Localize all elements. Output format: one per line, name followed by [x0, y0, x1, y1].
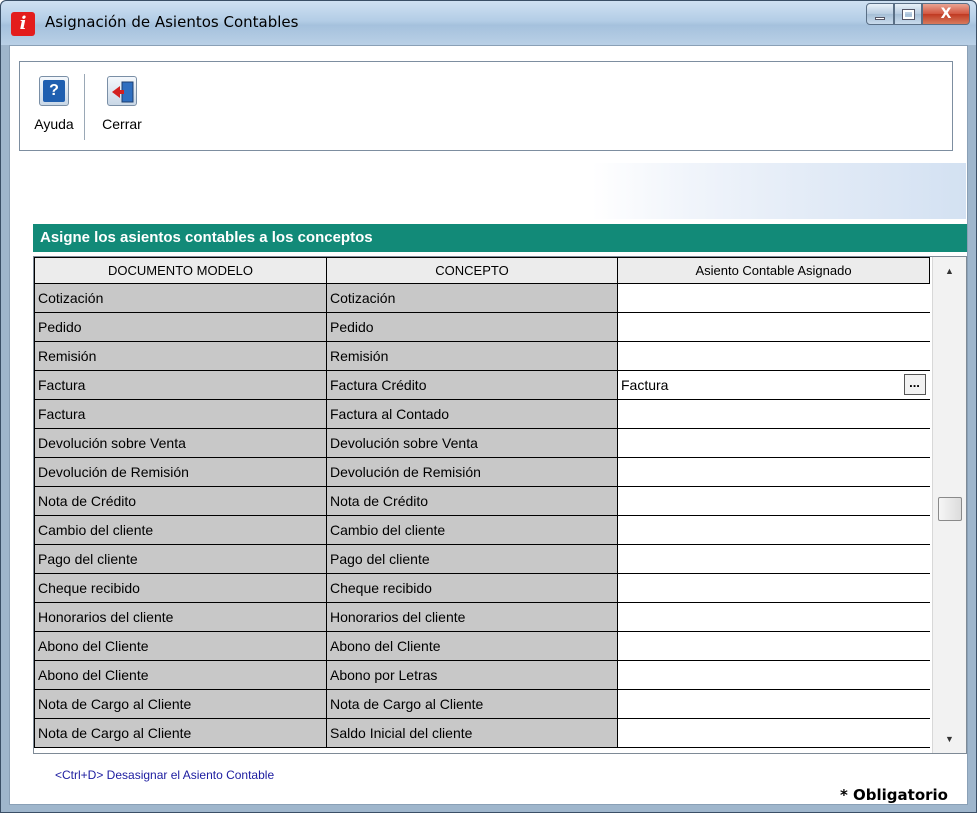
cell-asiento-contable[interactable] [617, 660, 930, 690]
cell-documento-modelo[interactable]: Nota de Cargo al Cliente [34, 689, 327, 719]
app-icon: i [11, 12, 35, 36]
cell-asiento-contable[interactable] [617, 515, 930, 545]
banner [31, 163, 966, 219]
cell-documento-modelo[interactable]: Honorarios del cliente [34, 602, 327, 632]
asiento-value: Factura [621, 377, 669, 393]
help-button[interactable]: ? Ayuda [26, 76, 82, 132]
window-controls: X [866, 3, 970, 25]
cell-asiento-contable[interactable] [617, 718, 930, 748]
cell-asiento-contable[interactable] [617, 283, 930, 313]
cell-asiento-contable[interactable]: Factura... [617, 370, 930, 400]
cell-documento-modelo[interactable]: Factura [34, 370, 327, 400]
cell-documento-modelo[interactable]: Pago del cliente [34, 544, 327, 574]
cell-concepto[interactable]: Nota de Cargo al Cliente [326, 689, 618, 719]
cell-concepto[interactable]: Abono del Cliente [326, 631, 618, 661]
table-row[interactable]: Honorarios del cliente Honorarios del cli… [34, 602, 930, 632]
close-icon: X [940, 6, 952, 22]
column-header-asiento[interactable]: Asiento Contable Asignado [617, 257, 930, 284]
cell-asiento-contable[interactable] [617, 341, 930, 371]
table-row[interactable]: Cheque recibido Cheque recibido [34, 573, 930, 603]
cell-concepto[interactable]: Devolución de Remisión [326, 457, 618, 487]
cell-documento-modelo[interactable]: Nota de Crédito [34, 486, 327, 516]
scroll-up-icon[interactable]: ▲ [945, 266, 954, 276]
scroll-down-icon[interactable]: ▼ [945, 734, 954, 744]
column-header-concepto[interactable]: CONCEPTO [326, 257, 618, 284]
cell-concepto[interactable]: Cambio del cliente [326, 515, 618, 545]
table-row[interactable]: Factura Factura al Contado [34, 399, 930, 429]
cell-documento-modelo[interactable]: Devolución sobre Venta [34, 428, 327, 458]
exit-door-icon [107, 76, 137, 106]
cell-concepto[interactable]: Honorarios del cliente [326, 602, 618, 632]
table-row[interactable]: Pedido Pedido [34, 312, 930, 342]
cell-documento-modelo[interactable]: Factura [34, 399, 327, 429]
cell-asiento-contable[interactable] [617, 486, 930, 516]
table-row[interactable]: Cotización Cotización [34, 283, 930, 313]
cell-documento-modelo[interactable]: Devolución de Remisión [34, 457, 327, 487]
help-icon: ? [39, 76, 69, 106]
table-row[interactable]: Nota de Cargo al Cliente Saldo Inicial de… [34, 718, 930, 748]
cell-asiento-contable[interactable] [617, 573, 930, 603]
close-label: Cerrar [102, 116, 142, 132]
cell-concepto[interactable]: Saldo Inicial del cliente [326, 718, 618, 748]
cell-asiento-contable[interactable] [617, 428, 930, 458]
cell-concepto[interactable]: Cheque recibido [326, 573, 618, 603]
table-row[interactable]: Nota de Cargo al Cliente Nota de Cargo al… [34, 689, 930, 719]
cell-asiento-contable[interactable] [617, 689, 930, 719]
minimize-button[interactable] [866, 3, 894, 25]
cell-documento-modelo[interactable]: Cambio del cliente [34, 515, 327, 545]
cell-documento-modelo[interactable]: Pedido [34, 312, 327, 342]
cell-concepto[interactable]: Nota de Crédito [326, 486, 618, 516]
cell-documento-modelo[interactable]: Cotización [34, 283, 327, 313]
cell-concepto[interactable]: Cotización [326, 283, 618, 313]
table-row[interactable]: Remisión Remisión [34, 341, 930, 371]
cell-concepto[interactable]: Abono por Letras [326, 660, 618, 690]
cell-concepto[interactable]: Pedido [326, 312, 618, 342]
close-button[interactable]: Cerrar [94, 76, 150, 132]
maximize-button[interactable] [894, 3, 922, 25]
cell-asiento-contable[interactable] [617, 312, 930, 342]
table-row[interactable]: Devolución sobre Venta Devolución sobre V… [34, 428, 930, 458]
column-header-documento[interactable]: DOCUMENTO MODELO [34, 257, 327, 284]
asientos-grid[interactable]: DOCUMENTO MODELO CONCEPTO Asiento Contab… [33, 256, 967, 754]
cell-documento-modelo[interactable]: Abono del Cliente [34, 660, 327, 690]
shortcut-hint: <Ctrl+D> Desasignar el Asiento Contable [55, 768, 275, 782]
table-row[interactable]: Cambio del cliente Cambio del cliente [34, 515, 930, 545]
cell-asiento-contable[interactable] [617, 602, 930, 632]
cell-concepto[interactable]: Remisión [326, 341, 618, 371]
grid-body: Cotización Cotización Pedido Pedido Remisión… [34, 283, 930, 748]
table-row[interactable]: Devolución de Remisión Devolución de Remi… [34, 457, 930, 487]
cell-asiento-contable[interactable] [617, 399, 930, 429]
cell-documento-modelo[interactable]: Abono del Cliente [34, 631, 327, 661]
help-label: Ayuda [34, 116, 74, 132]
table-row[interactable]: Abono del Cliente Abono por Letras [34, 660, 930, 690]
table-row[interactable]: Factura Factura Crédito Factura... [34, 370, 930, 400]
table-row[interactable]: Pago del cliente Pago del cliente [34, 544, 930, 574]
cell-asiento-contable[interactable] [617, 631, 930, 661]
window-title: Asignación de Asientos Contables [45, 13, 299, 31]
scroll-thumb[interactable] [938, 497, 962, 521]
required-note: * Obligatorio [839, 786, 948, 804]
main-window: i Asignación de Asientos Contables X ? A… [0, 0, 977, 813]
table-row[interactable]: Abono del Cliente Abono del Cliente [34, 631, 930, 661]
toolbar: ? Ayuda Cerrar [19, 61, 953, 151]
maximize-icon [901, 8, 915, 20]
section-header: Asigne los asientos contables a los conc… [33, 224, 967, 252]
cell-asiento-contable[interactable] [617, 544, 930, 574]
vertical-scrollbar[interactable]: ▲ ▼ [932, 257, 966, 753]
cell-concepto[interactable]: Factura al Contado [326, 399, 618, 429]
browse-asiento-button[interactable]: ... [903, 374, 926, 395]
cell-documento-modelo[interactable]: Cheque recibido [34, 573, 327, 603]
title-bar[interactable]: i Asignación de Asientos Contables X [1, 1, 976, 45]
close-window-button[interactable]: X [922, 3, 970, 25]
cell-concepto[interactable]: Pago del cliente [326, 544, 618, 574]
toolbar-separator [84, 74, 85, 140]
cell-concepto[interactable]: Devolución sobre Venta [326, 428, 618, 458]
table-row[interactable]: Nota de Crédito Nota de Crédito [34, 486, 930, 516]
cell-documento-modelo[interactable]: Remisión [34, 341, 327, 371]
cell-concepto[interactable]: Factura Crédito [326, 370, 618, 400]
cell-asiento-contable[interactable] [617, 457, 930, 487]
cell-documento-modelo[interactable]: Nota de Cargo al Cliente [34, 718, 327, 748]
grid-table: DOCUMENTO MODELO CONCEPTO Asiento Contab… [34, 257, 930, 748]
minimize-icon [875, 16, 885, 20]
